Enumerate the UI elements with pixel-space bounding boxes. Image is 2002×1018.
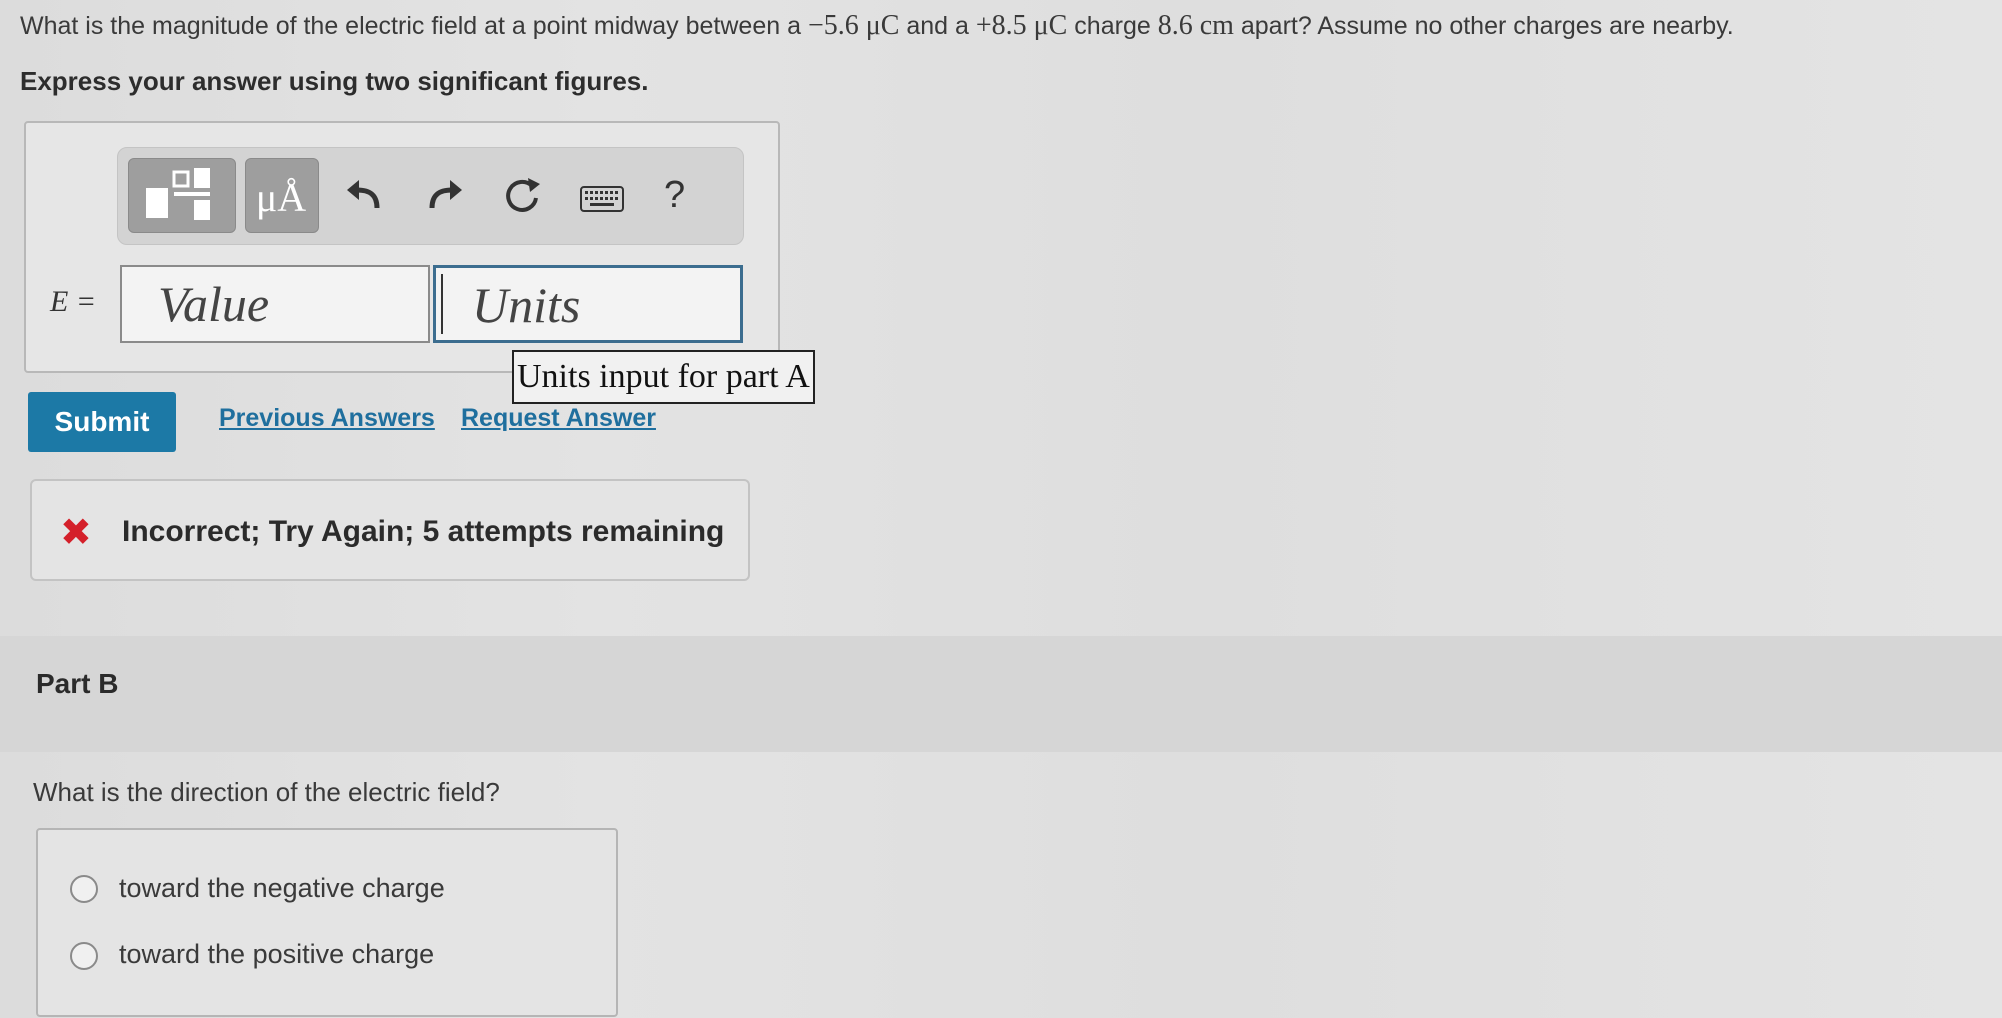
submit-button[interactable]: Submit [28, 392, 176, 452]
question-part1: What is the magnitude of the electric fi… [20, 12, 808, 40]
text-caret [441, 274, 443, 334]
radio-positive[interactable] [70, 942, 98, 970]
question-part4: apart? Assume no other charges are nearb… [1233, 12, 1734, 40]
question-text: What is the magnitude of the electric fi… [20, 10, 1734, 42]
radio-negative[interactable] [70, 875, 98, 903]
reset-icon[interactable] [502, 176, 542, 216]
redo-icon[interactable] [424, 178, 464, 214]
question-part3: charge [1067, 12, 1158, 40]
question-part2: and a [899, 12, 976, 40]
charge1: −5.6 μC [807, 10, 900, 41]
choice-positive-label[interactable]: toward the positive charge [119, 939, 434, 970]
template-icon [146, 168, 210, 220]
value-input[interactable]: Value [120, 265, 430, 343]
distance: 8.6 cm [1157, 10, 1234, 41]
feedback-text: Incorrect; Try Again; 5 attempts remaini… [122, 515, 725, 548]
part-b-question: What is the direction of the electric fi… [33, 777, 500, 807]
variable-label: E = [50, 285, 97, 318]
part-b-label: Part B [36, 668, 119, 699]
x-icon: ✖ [60, 512, 92, 554]
instruction: Express your answer using two significan… [20, 66, 649, 96]
help-button[interactable]: ? [664, 174, 685, 217]
keyboard-icon[interactable] [580, 186, 624, 212]
choice-negative-label[interactable]: toward the negative charge [119, 873, 445, 904]
part-b-header[interactable] [0, 636, 2002, 752]
units-tooltip: Units input for part A [512, 350, 815, 404]
previous-answers-link[interactable]: Previous Answers [219, 404, 435, 433]
charge2: +8.5 μC [975, 10, 1068, 41]
undo-icon[interactable] [345, 178, 385, 214]
request-answer-link[interactable]: Request Answer [461, 404, 656, 433]
choices-box [36, 828, 618, 1017]
units-input[interactable]: Units [433, 265, 743, 343]
units-label: μÅ [255, 175, 307, 220]
